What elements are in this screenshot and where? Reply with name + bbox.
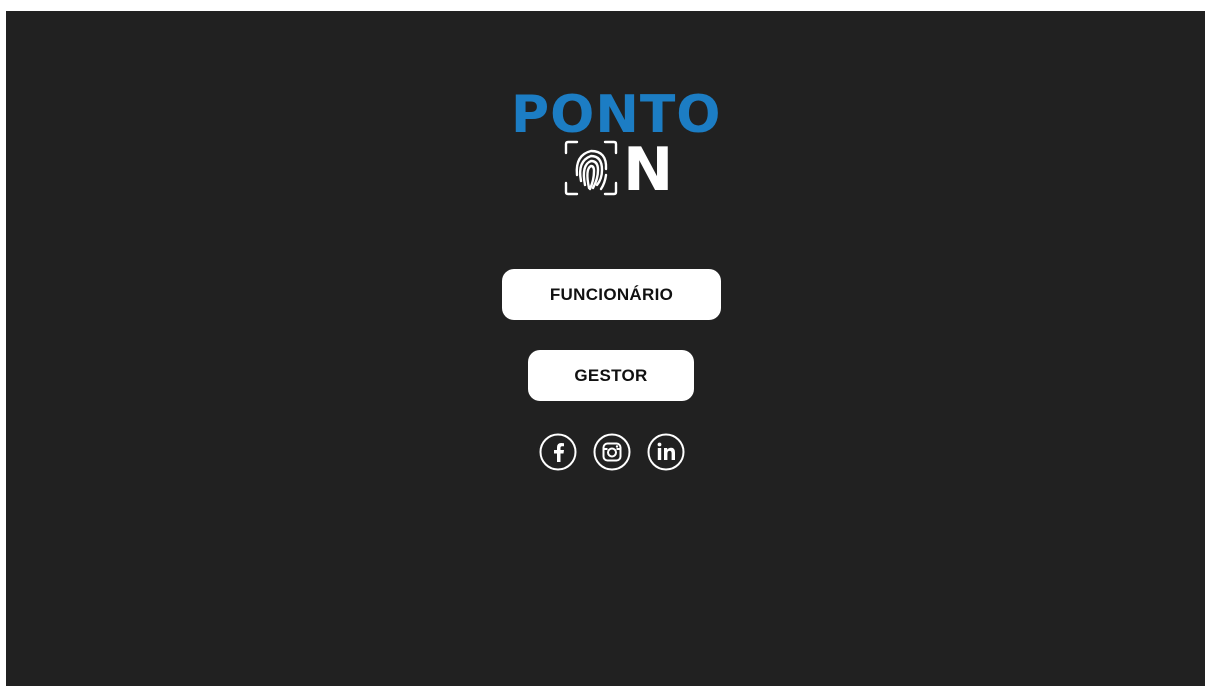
social-links xyxy=(539,433,687,473)
logo-bottom: N xyxy=(563,139,683,201)
app-logo: PONTO N xyxy=(511,87,721,207)
logo-letter-n: N xyxy=(623,135,674,205)
facebook-icon[interactable] xyxy=(539,433,577,471)
linkedin-icon[interactable] xyxy=(647,433,685,471)
page-background: PONTO N FUNCIONÁRIO GESTOR xyxy=(6,11,1205,686)
logo-top-text: PONTO xyxy=(511,85,722,145)
instagram-icon[interactable] xyxy=(593,433,631,471)
employee-button[interactable]: FUNCIONÁRIO xyxy=(502,269,721,320)
fingerprint-icon xyxy=(563,139,619,197)
manager-button[interactable]: GESTOR xyxy=(528,350,694,401)
